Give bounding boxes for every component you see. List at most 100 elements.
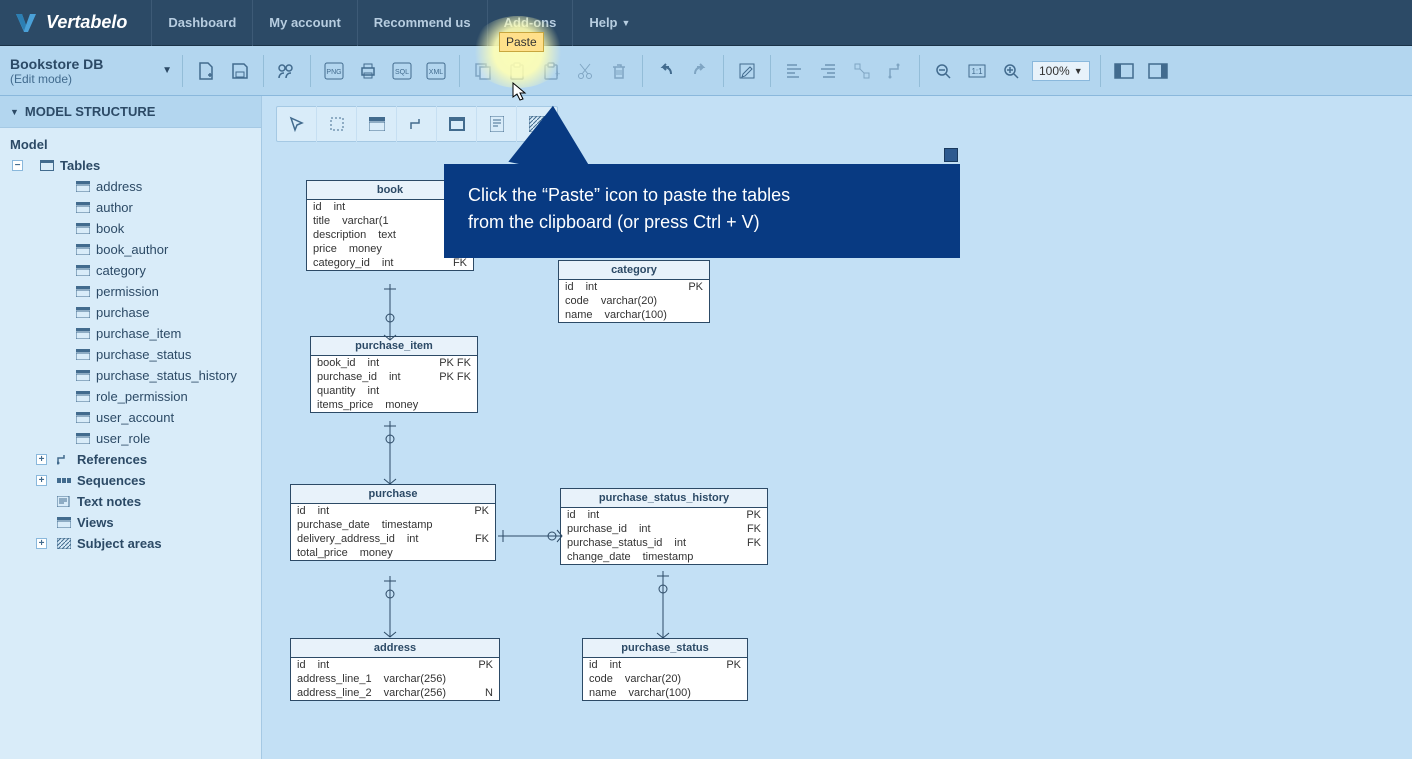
marquee-tool[interactable] (317, 106, 357, 142)
nav-help[interactable]: Help▼ (572, 0, 646, 46)
tree-table-item[interactable]: purchase_status (4, 344, 257, 365)
db-column-row: quantityint (311, 384, 477, 398)
db-table-purchase_status_history[interactable]: purchase_status_historyidintPKpurchase_i… (560, 488, 768, 565)
add-table-tool[interactable] (357, 106, 397, 142)
db-column-row: total_pricemoney (291, 546, 495, 560)
right-panel-toggle[interactable] (1143, 56, 1173, 86)
tree-table-item[interactable]: purchase (4, 302, 257, 323)
share-button[interactable] (272, 56, 302, 86)
redo-button[interactable] (685, 56, 715, 86)
tree-textnotes[interactable]: +Text notes (4, 491, 257, 512)
db-table-address[interactable]: addressidintPKaddress_line_1varchar(256)… (290, 638, 500, 701)
add-area-tool[interactable] (517, 106, 557, 142)
table-icon (76, 349, 90, 360)
main-toolbar: Bookstore DB (Edit mode) ▼ PNG SQL XML +… (0, 46, 1412, 96)
tree-table-item[interactable]: user_account (4, 407, 257, 428)
caret-down-icon: ▼ (622, 18, 631, 28)
db-table-category[interactable]: categoryidintPKcodevarchar(20)namevarcha… (558, 260, 710, 323)
edit-button[interactable] (732, 56, 762, 86)
db-column-row: category_idintFK (307, 256, 473, 270)
tree-table-item[interactable]: purchase_status_history (4, 365, 257, 386)
delete-button[interactable] (604, 56, 634, 86)
db-table-header: purchase_status (583, 639, 747, 658)
tutorial-callout: Click the “Paste” icon to paste the tabl… (444, 164, 960, 258)
zoom-actual-button[interactable]: 1:1 (962, 56, 992, 86)
db-table-purchase_status[interactable]: purchase_statusidintPKcodevarchar(20)nam… (582, 638, 748, 701)
brand-text: Vertabelo (46, 12, 127, 33)
expand-icon[interactable]: + (36, 538, 47, 549)
expand-icon[interactable]: + (36, 454, 47, 465)
save-button[interactable] (225, 56, 255, 86)
route-button[interactable] (881, 56, 911, 86)
tree-tables[interactable]: − Tables (4, 155, 257, 176)
nav-dashboard[interactable]: Dashboard (151, 0, 252, 46)
duplicate-button[interactable]: + (536, 56, 566, 86)
table-icon (76, 181, 90, 192)
db-column-row: address_line_1varchar(256) (291, 672, 499, 686)
tree-references[interactable]: +References (4, 449, 257, 470)
diagram-canvas[interactable]: bookidinttitlevarchar(1descriptiontextpr… (262, 96, 1412, 759)
paste-tooltip: Paste (499, 32, 544, 52)
callout-close-button[interactable] (944, 148, 958, 162)
model-name-label: Bookstore DB (10, 56, 103, 72)
left-panel-toggle[interactable] (1109, 56, 1139, 86)
tree-table-item[interactable]: address (4, 176, 257, 197)
db-column-row: change_datetimestamp (561, 550, 767, 564)
zoom-in-button[interactable] (996, 56, 1026, 86)
db-table-purchase[interactable]: purchaseidintPKpurchase_datetimestampdel… (290, 484, 496, 561)
db-column-row: book_idintPK FK (311, 356, 477, 370)
paste-button[interactable] (502, 56, 532, 86)
table-icon (76, 328, 90, 339)
export-xml-button[interactable]: XML (421, 56, 451, 86)
add-reference-tool[interactable] (397, 106, 437, 142)
tree-table-item[interactable]: user_role (4, 428, 257, 449)
print-button[interactable] (353, 56, 383, 86)
tree-table-item[interactable]: book_author (4, 239, 257, 260)
export-sql-button[interactable]: SQL (387, 56, 417, 86)
table-icon (76, 391, 90, 402)
new-file-button[interactable] (191, 56, 221, 86)
tree-table-item[interactable]: category (4, 260, 257, 281)
callout-line2: from the clipboard (or press Ctrl + V) (468, 209, 936, 236)
tree-root[interactable]: Model (4, 134, 257, 155)
model-picker[interactable]: Bookstore DB (Edit mode) ▼ (6, 56, 176, 86)
logo-icon (14, 11, 38, 35)
tree-table-item[interactable]: author (4, 197, 257, 218)
tree-table-item[interactable]: book (4, 218, 257, 239)
nav-recommend[interactable]: Recommend us (357, 0, 487, 46)
add-note-tool[interactable] (477, 106, 517, 142)
db-table-purchase_item[interactable]: purchase_itembook_idintPK FKpurchase_idi… (310, 336, 478, 413)
table-icon (76, 286, 90, 297)
distribute-button[interactable] (847, 56, 877, 86)
export-png-button[interactable]: PNG (319, 56, 349, 86)
undo-button[interactable] (651, 56, 681, 86)
sidebar-header[interactable]: ▼ MODEL STRUCTURE (0, 96, 261, 128)
svg-text:1:1: 1:1 (971, 67, 983, 76)
tree-subjectareas[interactable]: +Subject areas (4, 533, 257, 554)
zoom-select[interactable]: 100%▼ (1032, 61, 1090, 81)
svg-text:+: + (555, 69, 560, 79)
zoom-out-button[interactable] (928, 56, 958, 86)
pointer-tool[interactable] (277, 106, 317, 142)
copy-button[interactable] (468, 56, 498, 86)
db-column-row: items_pricemoney (311, 398, 477, 412)
db-column-row: idintPK (291, 504, 495, 518)
db-column-row: purchase_status_idintFK (561, 536, 767, 550)
db-column-row: delivery_address_idintFK (291, 532, 495, 546)
db-column-row: codevarchar(20) (559, 294, 709, 308)
align-left-button[interactable] (779, 56, 809, 86)
add-view-tool[interactable] (437, 106, 477, 142)
tree-table-item[interactable]: permission (4, 281, 257, 302)
tree-sequences[interactable]: +Sequences (4, 470, 257, 491)
table-icon (76, 370, 90, 381)
cut-button[interactable] (570, 56, 600, 86)
collapse-icon[interactable]: − (12, 160, 23, 171)
tree-table-item[interactable]: purchase_item (4, 323, 257, 344)
brand-logo[interactable]: Vertabelo (14, 11, 127, 35)
tree-table-item[interactable]: role_permission (4, 386, 257, 407)
nav-myaccount[interactable]: My account (252, 0, 357, 46)
align-right-button[interactable] (813, 56, 843, 86)
caret-down-icon: ▼ (162, 65, 172, 76)
tree-views[interactable]: +Views (4, 512, 257, 533)
expand-icon[interactable]: + (36, 475, 47, 486)
